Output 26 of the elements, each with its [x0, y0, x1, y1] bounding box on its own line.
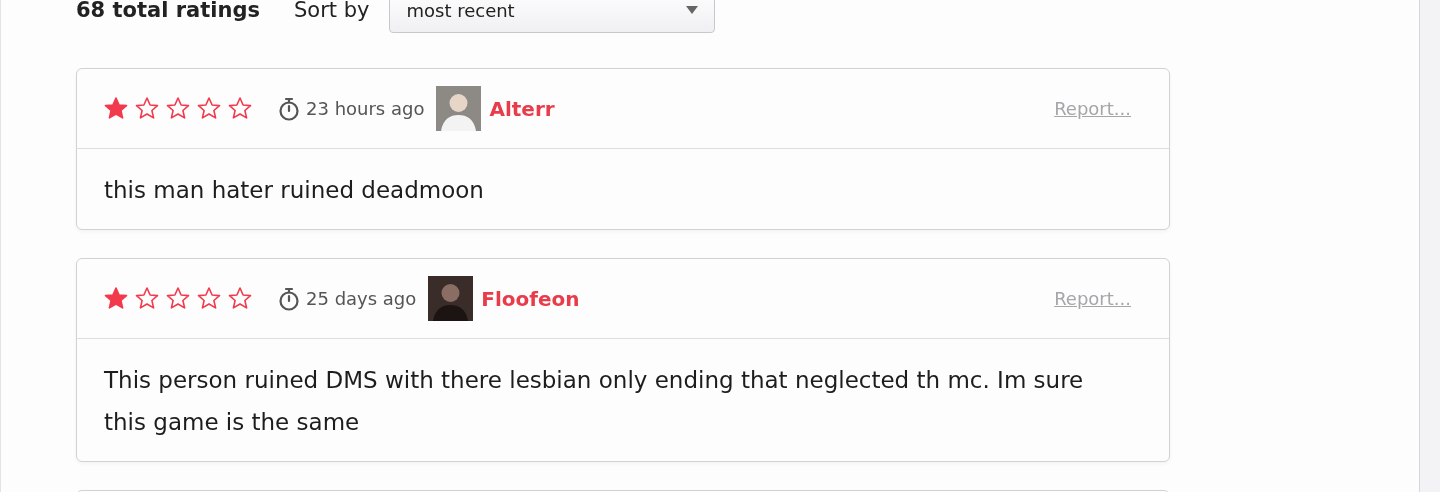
review-text: This person ruined DMS with there lesbian only ending that neglected th mc. Im sure this game is the same: [103, 366, 1085, 437]
review-time: 23 hours ago: [306, 98, 425, 119]
stopwatch-icon: [278, 286, 300, 311]
star-outline-icon: [135, 97, 159, 120]
star-filled-icon: [104, 97, 128, 120]
star-outline-icon: [197, 287, 221, 310]
star-outline-icon: [135, 287, 159, 310]
sort-select[interactable]: most recent: [389, 0, 716, 33]
author-link[interactable]: Floofeon: [481, 286, 580, 311]
stopwatch-icon: [278, 96, 300, 121]
star-outline-icon: [166, 97, 190, 120]
author-link[interactable]: Alterr: [489, 96, 555, 121]
avatar: [428, 276, 474, 321]
review-text: this man hater ruined deadmoon: [103, 176, 485, 205]
avatar: [436, 86, 482, 131]
total-ratings: 68 total ratings: [76, 0, 260, 22]
report-link[interactable]: Report...: [1054, 288, 1131, 309]
report-link[interactable]: Report...: [1054, 98, 1131, 119]
star-outline-icon: [228, 97, 252, 120]
caret-icon: [686, 6, 699, 14]
star-outline-icon: [197, 97, 221, 120]
star-outline-icon: [228, 287, 252, 310]
sort-label: Sort by: [293, 0, 370, 22]
review-time: 25 days ago: [306, 288, 417, 309]
star-filled-icon: [104, 287, 128, 310]
star-outline-icon: [166, 287, 190, 310]
